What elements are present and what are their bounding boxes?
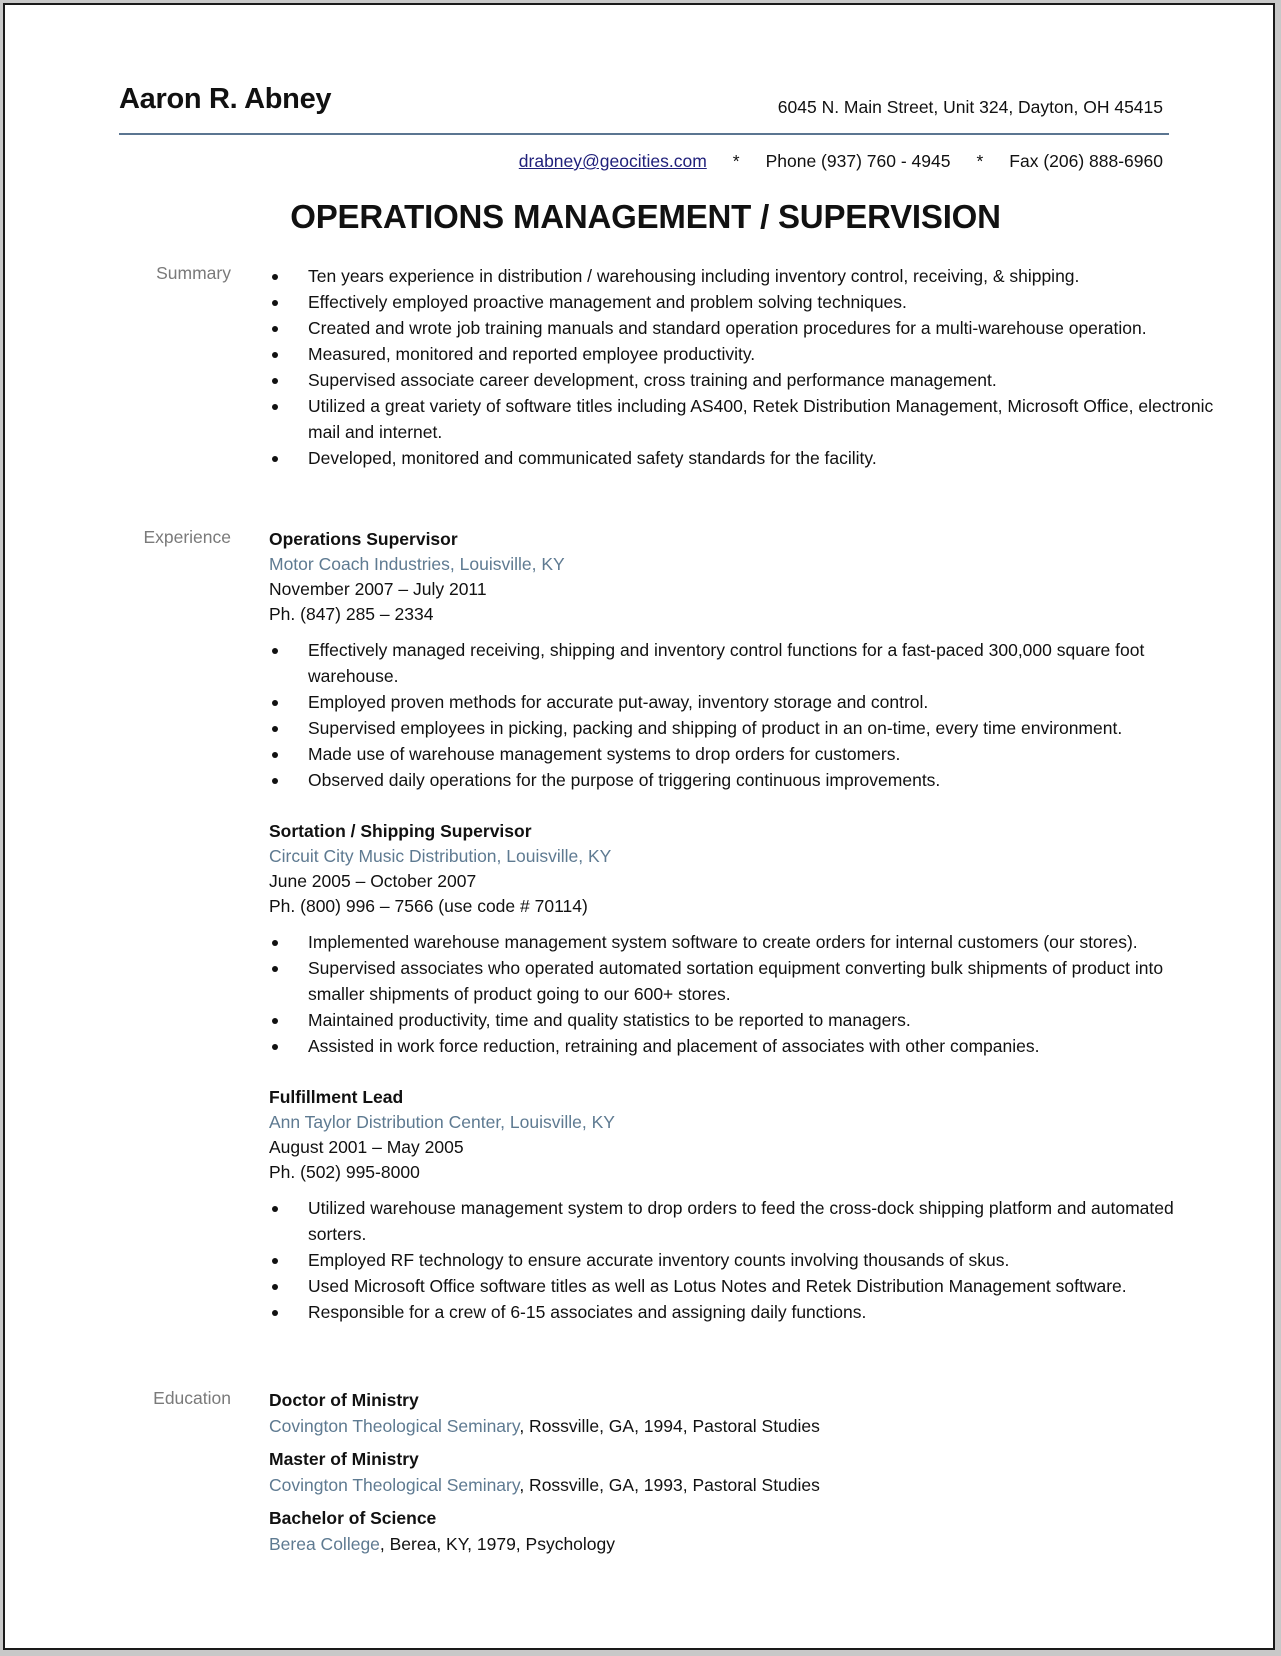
duty-item: Implemented warehouse management system …	[269, 929, 1219, 955]
duty-item: Employed proven methods for accurate put…	[269, 689, 1219, 715]
section-label-experience: Experience	[143, 527, 231, 547]
summary-item: Developed, monitored and communicated sa…	[269, 445, 1219, 471]
duty-item: Supervised associates who operated autom…	[269, 955, 1219, 1007]
education-entry: Doctor of Ministry Covington Theological …	[269, 1388, 1219, 1439]
summary-item: Measured, monitored and reported employe…	[269, 341, 1219, 367]
resume-title: OPERATIONS MANAGEMENT / SUPERVISION	[290, 198, 1001, 235]
section-label-summary: Summary	[156, 263, 231, 283]
duty-item: Used Microsoft Office software titles as…	[269, 1273, 1219, 1299]
job-entry: Operations Supervisor Motor Coach Industr…	[269, 527, 1219, 793]
contact-line: drabney@geocities.com * Phone (937) 760 …	[519, 151, 1163, 172]
summary-list: Ten years experience in distribution / w…	[269, 263, 1219, 471]
separator: *	[732, 151, 740, 171]
summary-item: Created and wrote job training manuals a…	[269, 315, 1219, 341]
resume-page: Aaron R. Abney 6045 N. Main Street, Unit…	[3, 3, 1275, 1650]
duty-item: Responsible for a crew of 6-15 associate…	[269, 1299, 1219, 1325]
degree: Bachelor of Science	[269, 1508, 437, 1528]
job-title: Fulfillment Lead	[269, 1087, 404, 1107]
candidate-name: Aaron R. Abney	[119, 83, 332, 115]
education-entry: Bachelor of Science Berea College, Berea,…	[269, 1506, 1219, 1557]
job-entry: Fulfillment Lead Ann Taylor Distribution …	[269, 1085, 1219, 1325]
school-details: , Berea, KY, 1979, Psychology	[379, 1534, 616, 1554]
degree: Doctor of Ministry	[269, 1390, 419, 1410]
school-name: Berea College	[269, 1534, 380, 1554]
experience-content: Operations Supervisor Motor Coach Industr…	[269, 527, 1219, 1351]
school-line: Berea College, Berea, KY, 1979, Psycholo…	[269, 1531, 1219, 1557]
phone: Phone (937) 760 - 4945	[765, 151, 951, 171]
summary-item: Effectively employed proactive managemen…	[269, 289, 1219, 315]
separator: *	[976, 151, 984, 171]
duty-item: Utilized warehouse management system to …	[269, 1195, 1219, 1247]
school-line: Covington Theological Seminary, Rossvill…	[269, 1413, 1219, 1439]
company: Circuit City Music Distribution, Louisvi…	[269, 846, 612, 866]
job-duties: Implemented warehouse management system …	[269, 929, 1219, 1059]
duty-item: Employed RF technology to ensure accurat…	[269, 1247, 1219, 1273]
education-content: Doctor of Ministry Covington Theological …	[269, 1388, 1219, 1565]
degree: Master of Ministry	[269, 1449, 419, 1469]
duty-item: Observed daily operations for the purpos…	[269, 767, 1219, 793]
job-dates: November 2007 – July 2011	[269, 579, 487, 599]
duty-item: Assisted in work force reduction, retrai…	[269, 1033, 1219, 1059]
education-entry: Master of Ministry Covington Theological …	[269, 1447, 1219, 1498]
job-dates: August 2001 – May 2005	[269, 1137, 464, 1157]
duty-item: Made use of warehouse management systems…	[269, 741, 1219, 767]
summary-content: Ten years experience in distribution / w…	[269, 263, 1219, 471]
duty-item: Effectively managed receiving, shipping …	[269, 637, 1219, 689]
job-duties: Utilized warehouse management system to …	[269, 1195, 1219, 1325]
address: 6045 N. Main Street, Unit 324, Dayton, O…	[777, 97, 1163, 117]
job-phone: Ph. (502) 995-8000	[269, 1162, 420, 1182]
school-details: , Rossville, GA, 1993, Pastoral Studies	[519, 1475, 820, 1495]
email-link[interactable]: drabney@geocities.com	[519, 151, 707, 172]
job-phone: Ph. (800) 996 – 7566 (use code # 70114)	[269, 896, 588, 916]
school-name: Covington Theological Seminary	[269, 1475, 520, 1495]
job-entry: Sortation / Shipping Supervisor Circuit C…	[269, 819, 1219, 1059]
job-dates: June 2005 – October 2007	[269, 871, 477, 891]
job-duties: Effectively managed receiving, shipping …	[269, 637, 1219, 793]
fax: Fax (206) 888-6960	[1009, 151, 1163, 171]
summary-item: Supervised associate career development,…	[269, 367, 1219, 393]
school-details: , Rossville, GA, 1994, Pastoral Studies	[519, 1416, 820, 1436]
school-name: Covington Theological Seminary	[269, 1416, 520, 1436]
section-label-education: Education	[153, 1388, 231, 1408]
duty-item: Supervised employees in picking, packing…	[269, 715, 1219, 741]
job-phone: Ph. (847) 285 – 2334	[269, 604, 434, 624]
job-title: Sortation / Shipping Supervisor	[269, 821, 532, 841]
header-divider	[119, 133, 1169, 135]
summary-item: Utilized a great variety of software tit…	[269, 393, 1219, 445]
duty-item: Maintained productivity, time and qualit…	[269, 1007, 1219, 1033]
company: Motor Coach Industries, Louisville, KY	[269, 554, 565, 574]
school-line: Covington Theological Seminary, Rossvill…	[269, 1472, 1219, 1498]
summary-item: Ten years experience in distribution / w…	[269, 263, 1219, 289]
job-title: Operations Supervisor	[269, 529, 458, 549]
company: Ann Taylor Distribution Center, Louisvil…	[269, 1112, 615, 1132]
